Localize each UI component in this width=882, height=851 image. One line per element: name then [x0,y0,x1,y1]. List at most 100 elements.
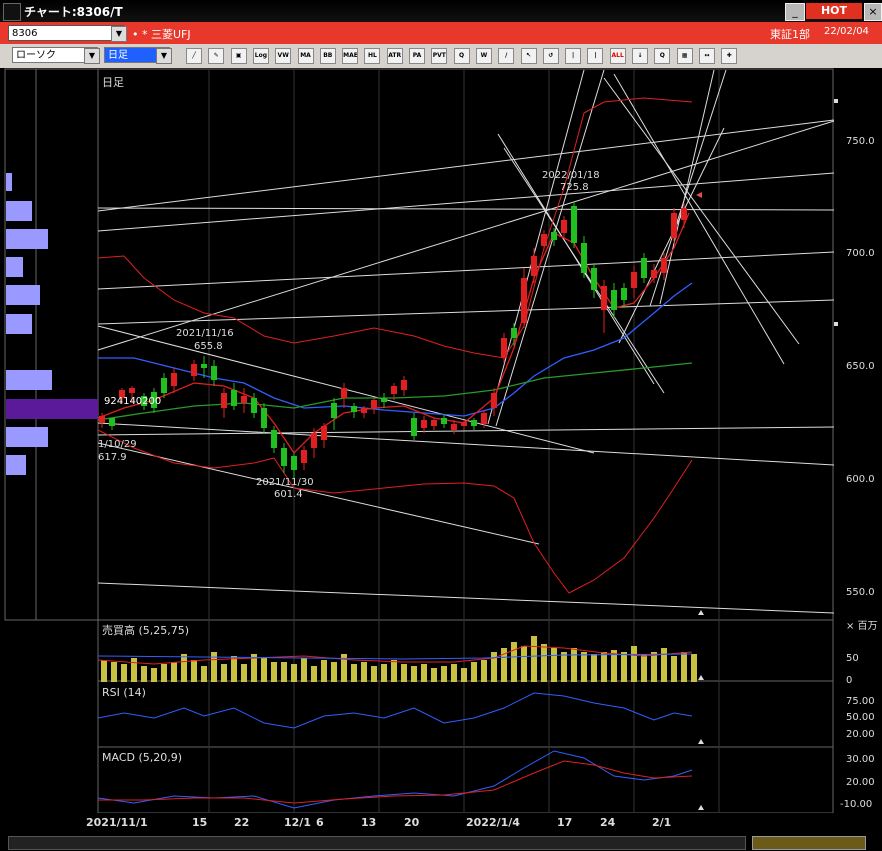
symbol-input[interactable]: 8306 [8,25,124,41]
tool-pin-button[interactable]: ✚ [721,48,738,64]
volume-bar [691,654,697,682]
tool-arrows-button[interactable]: ↔ [698,48,715,64]
company-name: • * 三菱UFJ [132,28,191,41]
stock-chart-svg[interactable]: 日足 2021/11/16 655.8 2021/11/30 601.4 202… [4,68,882,814]
volume-bar [441,666,447,682]
volume-bar [481,660,487,682]
macd-line [97,750,693,809]
volume-bar [151,668,157,682]
tool-brush-button[interactable]: ✎ [208,48,225,64]
tool-bb-button[interactable]: BB [319,48,336,64]
tool-cursor-button[interactable]: ↖ [520,48,537,64]
volume-bar [331,662,337,682]
candle-body [261,408,267,428]
chart-app-icon [3,3,21,21]
tool-download-button[interactable]: ↓ [632,48,648,64]
tool-log-button[interactable]: Log [252,48,269,64]
low1-date: 2021/11/30 [256,477,314,488]
volume-panel-label: 売買高 (5,25,75) [102,623,189,637]
candle-body [441,418,447,424]
tool-ma-button[interactable]: MA [297,48,314,64]
low1-value: 601.4 [274,489,303,500]
tool-all-button[interactable]: ALL [609,48,626,64]
window-title: チャート:8306/T [24,5,123,19]
volume-bar [311,666,317,682]
candle-body [511,328,517,338]
volume-bar [531,636,537,682]
profile-bar [6,229,48,249]
volume-bar [571,648,577,682]
candle-body [361,408,367,413]
tool-pencil-button[interactable]: / [498,48,515,64]
candle-body [331,403,337,418]
time-scrollbar[interactable] [8,836,746,850]
minimize-button[interactable]: _ [785,3,805,21]
svg-text:750.0: 750.0 [846,136,875,147]
candle-body [371,400,377,408]
candle-body [351,406,357,412]
tool-search-button[interactable]: Q [654,48,671,64]
rsi-panel-label: RSI (14) [102,686,146,699]
tool-para-button[interactable]: PA [409,48,425,64]
volume-bar [551,648,557,682]
tool-bar-b-button[interactable]: | [587,48,604,64]
volume-bar [621,652,627,682]
profile-bar [6,257,23,277]
macd-panel-label: MACD (5,20,9) [102,751,182,764]
tool-pvt-button[interactable]: PVT [431,48,448,64]
volume-bar [661,648,667,682]
panel-scroll-markers[interactable] [698,610,704,810]
tool-hl-button[interactable]: HL [364,48,381,64]
candle-body [211,366,217,380]
tool-line-draw-button[interactable]: ╱ [186,48,202,64]
candle-body [651,270,657,278]
date-label-3: 12/1 [284,816,311,829]
candle-body [661,258,667,273]
date-label-10: 2/1 [652,816,672,829]
symbol-dropdown-icon[interactable]: ▼ [111,26,127,42]
close-button[interactable]: × [864,3,882,21]
tool-mae-button[interactable]: MAE [342,48,359,64]
scrollbar-thumb[interactable] [752,836,866,850]
date-label-6: 20 [404,816,420,829]
period-dropdown-icon[interactable]: ▼ [156,48,172,64]
candle-body [381,398,387,402]
chart-type-dropdown-icon[interactable]: ▼ [84,48,100,64]
macd-axis-neg10: -10.00 [840,799,872,810]
candle-body [601,286,607,310]
volume-bar [511,642,517,682]
tool-palette-button[interactable]: ▣ [230,48,247,64]
volume-bar [411,666,417,682]
volume-profile [6,173,98,475]
rsi-axis-75: 75.00 [846,696,875,707]
volume-bar [591,654,597,682]
tool-vwap-button[interactable]: VW [275,48,292,64]
candle-body [631,272,637,288]
svg-text:550.0: 550.0 [846,587,875,598]
tool-layout-button[interactable]: ▦ [676,48,693,64]
hot-button[interactable]: HOT [806,3,862,19]
current-price-marker [696,192,702,198]
rsi-line [97,692,693,729]
tool-zoom-button[interactable]: Q [453,48,470,64]
volume-bar [361,662,367,682]
candle-body [421,420,427,428]
left-date: 1/10/29 [98,439,137,450]
tool-bar-a-button[interactable]: | [565,48,582,64]
candle-body [171,373,177,386]
chart-area[interactable]: 日足 2021/11/16 655.8 2021/11/30 601.4 202… [4,68,882,814]
tool-redo-button[interactable]: ↺ [542,48,559,64]
volume-bar [111,662,117,682]
candle-body [391,386,397,394]
candle-body [521,278,527,323]
rsi-panel-frame [97,680,834,748]
candlesticks[interactable] [99,201,687,478]
date-label-7: 2022/1/4 [466,816,520,829]
tool-window-button[interactable]: W [475,48,492,64]
tool-atr-button[interactable]: ATR [386,48,403,64]
profile-bar-highlight [6,399,98,419]
candle-body [551,232,557,240]
date-label: 22/02/04 [824,26,869,37]
volume-bar [541,644,547,682]
market-label: 東証1部 [770,28,810,41]
